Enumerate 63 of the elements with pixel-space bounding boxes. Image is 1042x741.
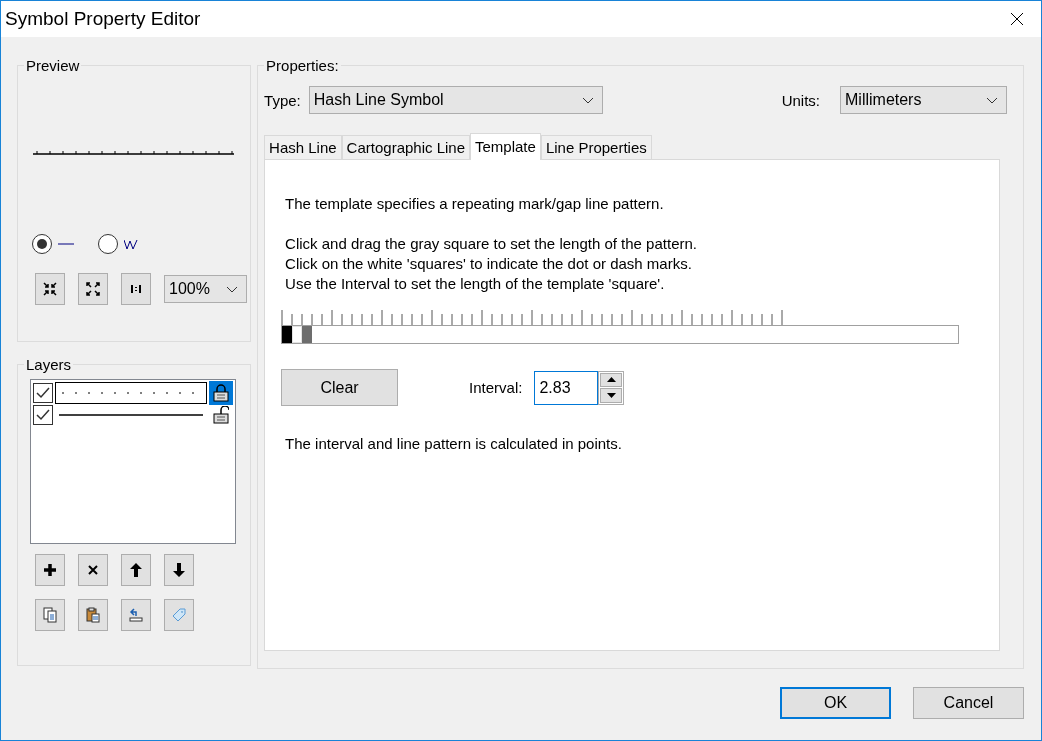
undo-arrow-icon	[128, 607, 144, 623]
close-icon	[1010, 12, 1024, 26]
template-square[interactable]	[282, 326, 293, 343]
length-handle[interactable]	[302, 326, 313, 343]
undo-arrow-button[interactable]	[121, 599, 151, 631]
add-button[interactable]	[35, 554, 65, 586]
instruction-text: Click on the white 'squares' to indicate the dot or dash marks.	[285, 254, 693, 274]
group-label: Layers	[25, 356, 73, 373]
tab[interactable]: Template	[470, 133, 541, 160]
expand-button[interactable]	[78, 273, 108, 305]
checkbox[interactable]	[33, 405, 53, 425]
checkbox[interactable]	[33, 383, 53, 403]
radio-button[interactable]	[32, 234, 52, 254]
expand-icon	[85, 281, 101, 297]
type-dropdown[interactable]: Hash Line Symbol	[308, 86, 603, 114]
group-label: Preview	[25, 57, 81, 74]
copy-button[interactable]	[35, 599, 65, 631]
down-arrow-icon	[171, 562, 187, 578]
spin-control[interactable]	[598, 370, 625, 405]
group-label: Properties:	[265, 57, 340, 74]
zoom-dropdown[interactable]: 100%	[164, 275, 247, 303]
shrink-icon	[42, 281, 58, 297]
instruction-text: Click and drag the gray square to set the length of the pattern.	[285, 234, 698, 254]
tab[interactable]: Hash Line	[264, 135, 342, 159]
up-arrow-button[interactable]	[121, 554, 151, 586]
check-icon	[36, 387, 50, 399]
interval-label: Interval:	[469, 379, 523, 396]
layer-item[interactable]	[55, 382, 207, 404]
instruction-text: Use the Interval to set the length of the template 'square'.	[285, 274, 666, 294]
up-arrow-icon	[128, 562, 144, 578]
lock-icon	[213, 384, 229, 402]
caret-icon	[581, 96, 594, 104]
interval-field[interactable]: 2.83	[534, 370, 599, 405]
add-icon	[42, 562, 58, 578]
check-icon	[36, 409, 50, 421]
dialog-button[interactable]: Cancel	[913, 687, 1024, 719]
units-dropdown[interactable]: Millimeters	[840, 86, 1007, 114]
down-triangle-icon	[606, 392, 616, 398]
actual-size-button[interactable]	[121, 273, 151, 305]
clear-button[interactable]: Clear	[281, 369, 399, 406]
zigzag-line-icon	[124, 238, 138, 250]
tag-icon	[171, 607, 187, 623]
radio-button[interactable]	[98, 234, 118, 254]
lock-icon	[213, 406, 229, 424]
dialog-button[interactable]: OK	[780, 687, 891, 719]
caret-icon	[986, 96, 998, 104]
units-label: Units:	[781, 91, 820, 109]
shrink-button[interactable]	[35, 273, 65, 305]
intro-text: The template specifies a repeating mark/gap line pattern.	[285, 194, 665, 214]
window-title: Symbol Property Editor	[5, 8, 201, 30]
close-button[interactable]	[78, 554, 108, 586]
caret-icon	[226, 285, 238, 293]
tab[interactable]: Cartographic Line	[341, 135, 470, 159]
down-arrow-button[interactable]	[164, 554, 194, 586]
note-text: The interval and line pattern is calculated in points.	[285, 434, 623, 454]
type-label: Type:	[264, 91, 301, 109]
lock-toggle[interactable]	[209, 381, 233, 405]
tab[interactable]: Line Properties	[540, 135, 652, 159]
straight-line-icon	[58, 242, 74, 246]
up-triangle-icon	[606, 377, 616, 383]
copy-icon	[42, 607, 58, 623]
paste-icon	[85, 607, 101, 623]
paste-button[interactable]	[78, 599, 108, 631]
